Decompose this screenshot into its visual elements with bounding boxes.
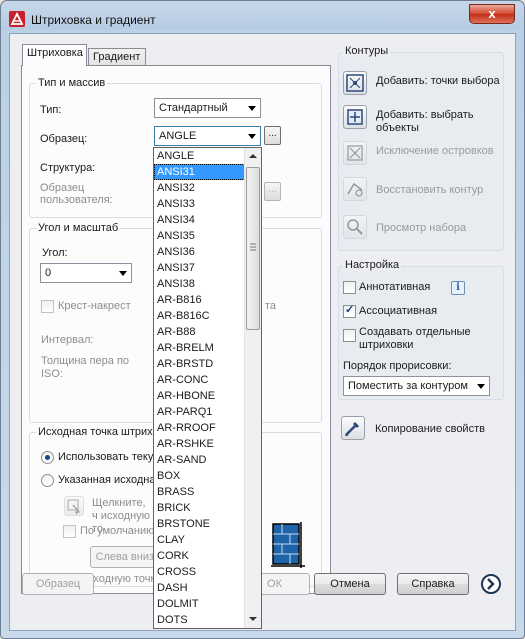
type-select-value: Стандартный	[159, 102, 228, 114]
hatch-origin-legend: Исходная точка штрих	[36, 426, 155, 438]
chevron-down-icon	[248, 106, 256, 111]
more-options-button[interactable]	[481, 574, 501, 594]
specified-origin-radio[interactable]	[41, 474, 54, 487]
pattern-browse-button[interactable]: ...	[264, 126, 281, 145]
chevron-down-icon	[119, 271, 127, 276]
add-select-objects-button[interactable]	[343, 105, 367, 129]
info-icon[interactable]: i	[451, 281, 465, 295]
select-objects-icon	[347, 109, 363, 125]
recreate-boundary-icon	[347, 182, 363, 197]
recreate-boundary-label[interactable]: Восстановить контур	[376, 184, 501, 197]
custom-pattern-browse-button[interactable]: ...	[264, 182, 281, 201]
help-button[interactable]: Справка	[397, 573, 469, 595]
custom-pattern-label: Образец пользователя:	[40, 182, 113, 206]
settings-legend: Настройка	[343, 259, 402, 271]
interval-label: Интервал:	[41, 334, 94, 346]
close-button[interactable]: x	[469, 4, 515, 24]
pattern-select[interactable]: ANGLE	[154, 126, 261, 146]
pattern-select-value: ANGLE	[159, 130, 197, 142]
radio-selected-dot	[45, 455, 50, 460]
origin-preview-icon	[271, 522, 305, 568]
use-current-origin-radio[interactable]	[41, 451, 54, 464]
grip-icon	[250, 243, 256, 251]
scroll-down-button[interactable]	[245, 611, 261, 627]
default-boundary-label: По умолчанию	[80, 525, 155, 537]
pattern-dropdown-list[interactable]: ANGLE ANSI31 ANSI32 ANSI33 ANSI34 ANSI35 ANSI3…	[153, 147, 262, 629]
associative-label: Ассоциативная	[359, 305, 438, 317]
relative-label-fragment: та	[265, 300, 277, 312]
autocad-app-icon	[9, 11, 25, 27]
add-pick-points-button[interactable]	[343, 71, 367, 95]
pick-point-icon	[67, 499, 81, 515]
remove-islands-icon	[347, 145, 363, 161]
annotative-checkbox[interactable]	[343, 281, 356, 294]
inherit-properties-label[interactable]: Копирование свойств	[375, 423, 485, 436]
contours-legend: Контуры	[343, 45, 391, 57]
cross-label: Крест-накрест	[58, 300, 131, 312]
chevron-up-icon	[249, 154, 257, 158]
dialog-client-area: Штриховка Градиент Тип и массив Тип: Ста…	[9, 33, 516, 631]
chevron-down-icon	[248, 134, 256, 139]
pattern-label: Образец:	[40, 133, 88, 145]
hatch-gradient-dialog: Штриховка и градиент x Штриховка Градиен…	[0, 0, 525, 639]
specified-origin-label: Указанная исходна	[58, 474, 156, 486]
type-label: Тип:	[40, 104, 62, 116]
scroll-thumb[interactable]	[246, 167, 260, 330]
use-current-origin-label: Использовать теку	[58, 451, 154, 463]
contours-group: Контуры Добавить: точки выбора Добавить:…	[338, 45, 504, 251]
magnifier-icon	[347, 219, 363, 235]
preview-button[interactable]: Образец	[22, 573, 94, 595]
angle-label: Угол:	[42, 247, 68, 259]
dropdown-scrollbar[interactable]	[244, 148, 261, 628]
structure-label: Структура:	[40, 162, 96, 174]
tab-hatch[interactable]: Штриховка	[22, 44, 87, 66]
chevron-down-icon	[477, 384, 485, 389]
brush-icon	[345, 422, 359, 436]
title-bar[interactable]: Штриховка и градиент x	[1, 1, 524, 35]
remove-islands-button[interactable]	[343, 141, 367, 165]
angle-select[interactable]: 0	[40, 263, 132, 283]
associative-checkbox[interactable]: ✓	[343, 304, 356, 318]
inherit-properties-button[interactable]	[341, 416, 365, 440]
separate-hatches-label: Создавать отдельные штриховки	[359, 326, 471, 351]
arrow-right-icon	[487, 578, 495, 590]
cancel-button[interactable]: Отмена	[314, 573, 386, 595]
remove-islands-label[interactable]: Исключение островков	[376, 145, 501, 158]
view-selections-label[interactable]: Просмотр набора	[376, 222, 501, 235]
pick-points-icon	[346, 74, 364, 92]
scroll-up-button[interactable]	[245, 148, 261, 164]
draw-order-label: Порядок прорисовки:	[343, 360, 452, 372]
angle-select-value: 0	[45, 267, 52, 279]
recreate-boundary-button[interactable]	[343, 177, 367, 201]
cross-checkbox[interactable]	[41, 300, 54, 313]
type-pattern-legend: Тип и массив	[36, 77, 108, 89]
separate-hatches-checkbox[interactable]	[343, 329, 356, 342]
annotative-label: Аннотативная	[359, 281, 431, 293]
type-select[interactable]: Стандартный	[154, 98, 261, 118]
settings-group: Настройка Аннотативная i ✓ Ассоциативная…	[338, 259, 504, 400]
window-title: Штриховка и градиент	[31, 13, 156, 27]
draw-order-value: Поместить за контуром	[348, 380, 468, 392]
draw-order-select[interactable]: Поместить за контуром	[343, 376, 490, 396]
add-select-objects-label[interactable]: Добавить: выбрать объекты	[376, 109, 501, 135]
chevron-down-icon	[249, 617, 257, 621]
view-selections-button[interactable]	[343, 215, 367, 239]
checkmark-icon: ✓	[345, 304, 355, 316]
default-boundary-checkbox[interactable]	[63, 525, 76, 538]
pen-width-label: Толщина пера по ISO:	[41, 355, 130, 380]
click-origin-button[interactable]	[64, 496, 84, 516]
angle-scale-legend: Угол и масштаб	[36, 222, 121, 234]
add-pick-points-label[interactable]: Добавить: точки выбора	[376, 75, 501, 88]
